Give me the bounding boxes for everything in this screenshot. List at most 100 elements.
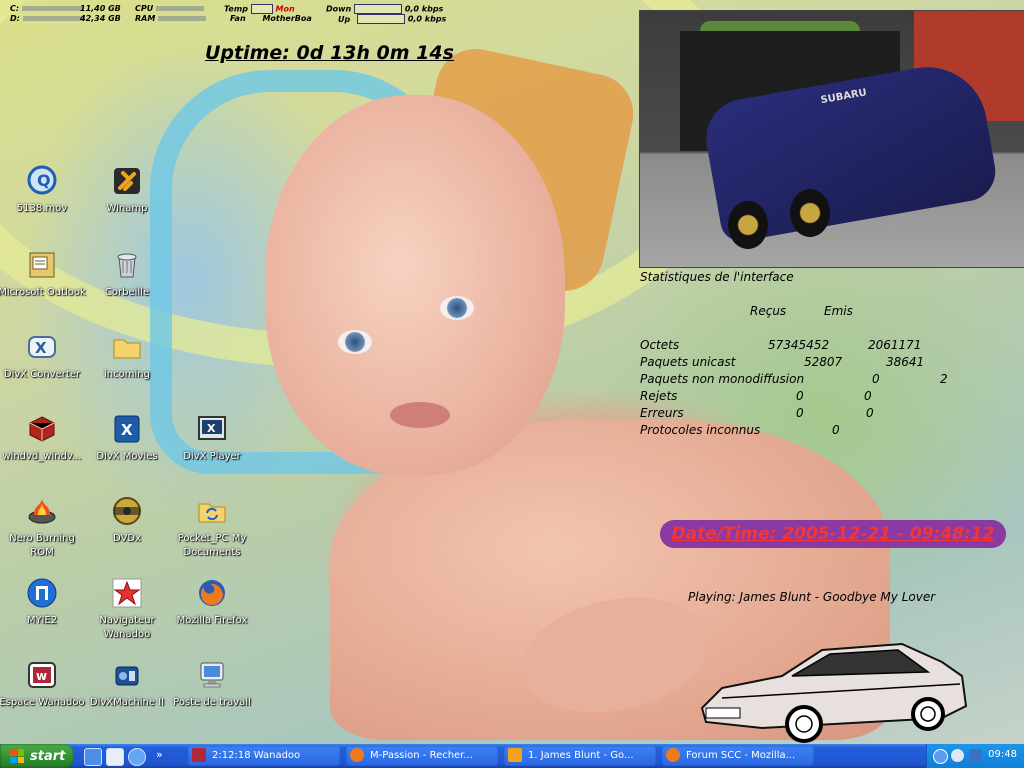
drive-c-bar [21, 6, 84, 11]
desktop-icon-microsoft-outlook[interactable]: Microsoft Outlook [0, 248, 86, 300]
quicklaunch-chevron-icon[interactable]: » [156, 748, 163, 761]
stats-row-received: 0 [872, 372, 880, 386]
desktop-icon-divx-player[interactable]: X DivX Player [168, 412, 256, 464]
start-button[interactable]: start [0, 744, 74, 768]
down-label: Down [326, 4, 352, 14]
stats-row-label: Rejets [640, 389, 678, 403]
clock[interactable]: 09:48 [988, 749, 1017, 760]
tray-phone-icon[interactable] [969, 749, 982, 762]
temp-label: Temp [224, 4, 248, 14]
desktop-icon-corbeille[interactable]: Corbeille [83, 248, 171, 300]
desktop-icon-poste-de-travail[interactable]: Poste de travail [168, 658, 256, 710]
desktop-icon-navigateur-wanadoo[interactable]: Navigateur Wanadoo [83, 576, 171, 642]
stats-row-sent: 0 [866, 406, 874, 420]
wanadoo-icon [192, 748, 206, 762]
firefox-icon [666, 748, 680, 762]
down-graph [354, 4, 403, 14]
car-photo: SUBARU [639, 10, 1024, 268]
desktop-icon-windvd[interactable]: windvd_windv... [0, 412, 86, 464]
network-monitor: Down 0,0 kbps Up 0,0 kbps [326, 4, 446, 24]
desktop-icon-5138-mov[interactable]: Q 5138.mov [0, 164, 86, 216]
temp-fan-monitor: Temp Mon Fan MotherBoa [224, 4, 312, 24]
task-label: 2:12:18 Wanadoo [212, 750, 301, 761]
stats-row-label: Octets [640, 338, 680, 352]
stats-row-label: Paquets unicast [640, 355, 736, 369]
desktop-icon-incoming[interactable]: incoming [83, 330, 171, 382]
wanadoo-browser-icon [110, 576, 144, 610]
task-m-passion[interactable]: M-Passion - Recher... [346, 746, 498, 766]
stats-col-sent: Emis [824, 304, 853, 318]
desktop-icon-label: Winamp [106, 203, 148, 214]
ram-bar [158, 16, 207, 21]
task-wanadoo[interactable]: 2:12:18 Wanadoo [188, 746, 340, 766]
svg-text:X: X [207, 422, 216, 435]
desktop-icon-divxmachine-ii[interactable]: DivXMachine II [83, 658, 171, 710]
tray-volume-icon[interactable] [951, 749, 964, 762]
desktop-icon-dvdx[interactable]: DVDx [83, 494, 171, 546]
system-tray: 09:48 [926, 744, 1024, 768]
stats-row-received: 52807 [804, 355, 843, 369]
desktop-icon-label: Microsoft Outlook [0, 287, 86, 298]
now-playing: Playing: James Blunt - Goodbye My Lover [688, 590, 936, 604]
folder-icon [110, 330, 144, 364]
stats-row-label: Erreurs [640, 406, 684, 420]
svg-text:X: X [35, 339, 47, 357]
photo-car-badge: SUBARU [819, 87, 868, 107]
photo-wheel-rear [790, 189, 830, 237]
svg-text:w: w [36, 669, 47, 683]
stats-row-label: Paquets non monodiffusion [640, 372, 805, 386]
desktop-icon-winamp[interactable]: Winamp [83, 164, 171, 216]
desktop-icon-label: Espace Wanadoo [0, 697, 85, 708]
down-value: 0,0 kbps [404, 4, 444, 14]
stats-row-received: 0 [796, 389, 804, 403]
windvd-icon [25, 412, 59, 446]
nero-icon [25, 494, 59, 528]
recycle-bin-icon [110, 248, 144, 282]
winamp-icon [508, 748, 522, 762]
drive-c-label: C: [10, 4, 20, 13]
desktop-icon-label: 5138.mov [16, 203, 68, 214]
desktop-icon-divx-converter[interactable]: X DivX Converter [0, 330, 86, 382]
desktop-icon-label: windvd_windv... [2, 451, 82, 462]
task-forum-scc[interactable]: Forum SCC - Mozilla... [662, 746, 814, 766]
myie2-icon [25, 576, 59, 610]
tray-network-icon[interactable] [933, 749, 948, 764]
svg-text:Q: Q [37, 171, 51, 190]
stats-row-sent: 2 [940, 372, 948, 386]
quicklaunch-app-icon[interactable] [106, 748, 124, 766]
stats-row-received: 0 [832, 423, 840, 437]
fan-value: MotherBoa [262, 14, 312, 23]
desktop-icon-label: Nero Burning ROM [9, 533, 75, 558]
car-sketch [700, 642, 968, 743]
desktop-icon-label: Pocket_PC My Documents [177, 533, 247, 558]
internet-explorer-icon[interactable] [128, 748, 146, 766]
desktop-icon-label: DivXMachine II [89, 697, 165, 708]
task-label: M-Passion - Recher... [370, 750, 473, 761]
desktop-icon-mozilla-firefox[interactable]: Mozilla Firefox [168, 576, 256, 628]
baby-mouth [390, 402, 450, 428]
desktop-icon-myie2[interactable]: MYIE2 [0, 576, 86, 628]
uptime-readout: Uptime: 0d 13h 0m 14s [205, 42, 454, 64]
desktop-icon-espace-wanadoo[interactable]: w Espace Wanadoo [0, 658, 86, 710]
temp-value: Mon [275, 4, 295, 14]
desktop-icon-divx-movies[interactable]: X DivX Movies [83, 412, 171, 464]
stats-row-received: 57345452 [768, 338, 830, 352]
drive-d-label: D: [10, 14, 20, 23]
stats-title: Statistiques de l'interface [640, 270, 794, 284]
show-desktop-icon[interactable] [84, 748, 102, 766]
baby-eye-right [440, 296, 474, 320]
desktop-icon-nero-burning-rom[interactable]: Nero Burning ROM [0, 494, 86, 560]
drive-d-value: 42,34 GB [80, 14, 121, 23]
baby-eye-left [338, 330, 372, 354]
divx-player-icon: X [195, 412, 229, 446]
desktop-icon-label: DVDx [113, 533, 141, 544]
divxmachine-icon [110, 658, 144, 692]
stats-row-sent: 2061171 [868, 338, 922, 352]
my-computer-icon [195, 658, 229, 692]
desktop-icon-pocket-pc-my-documents[interactable]: Pocket_PC My Documents [168, 494, 256, 560]
desktop-icon-label: MYIE2 [26, 615, 58, 626]
quicktime-icon: Q [25, 164, 59, 198]
drive-c-value: 11,40 GB [80, 4, 121, 13]
task-james-blunt[interactable]: 1. James Blunt - Go... [504, 746, 656, 766]
desktop-icon-label: DivX Player [183, 451, 241, 462]
